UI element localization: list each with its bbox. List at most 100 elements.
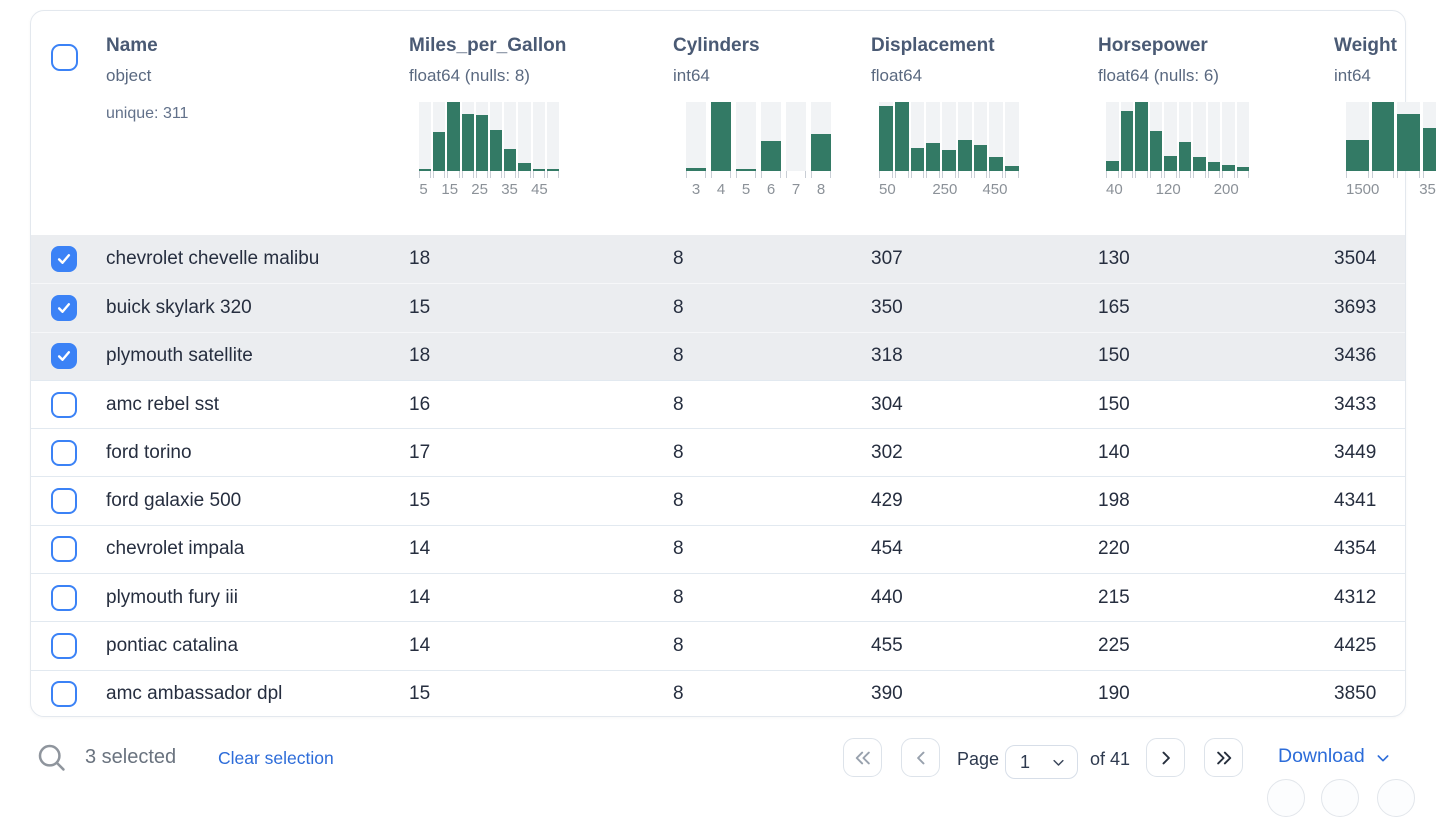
hist-tick: [1179, 171, 1192, 178]
chevron-left-icon: [911, 748, 931, 768]
hist-tick-label: 5: [419, 181, 428, 198]
row-checkbox[interactable]: [51, 343, 77, 369]
row-checkbox[interactable]: [51, 392, 77, 418]
hist-tick: [926, 171, 940, 178]
histogram-horsepower: 40120200: [1106, 102, 1249, 198]
hist-tick-label: 5: [736, 181, 756, 198]
row-checkbox-cell: [31, 585, 106, 611]
row-checkbox[interactable]: [51, 295, 77, 321]
page-count: of 41: [1090, 749, 1130, 770]
hist-bin: [1164, 102, 1177, 171]
hidden-action-button[interactable]: [1377, 779, 1415, 817]
cell-weight: 3504: [1334, 248, 1405, 270]
table-row: chevrolet impala1484542204354: [31, 525, 1405, 573]
row-checkbox-cell: [31, 633, 106, 659]
row-checkbox-cell: [31, 295, 106, 321]
hist-tick: [958, 171, 972, 178]
cell-cyl: 8: [673, 587, 871, 609]
column-title: Displacement: [871, 34, 1098, 58]
hist-tick: [811, 171, 831, 178]
hist-tick-label: 35: [501, 181, 518, 198]
cell-name: pontiac catalina: [106, 635, 409, 657]
cell-hp: 225: [1098, 635, 1334, 657]
column-header-cylinders: Cylinders int64 345678: [673, 11, 871, 235]
next-page-button[interactable]: [1146, 738, 1185, 777]
cell-mpg: 14: [409, 587, 673, 609]
hist-tick-label: 40: [1106, 181, 1123, 198]
page-label: Page: [957, 749, 999, 770]
previous-page-button[interactable]: [901, 738, 940, 777]
download-label: Download: [1278, 745, 1365, 768]
first-page-button[interactable]: [843, 738, 882, 777]
hist-bin: [1005, 102, 1019, 171]
select-all-cell: [31, 11, 106, 235]
hist-tick-label: [1382, 181, 1397, 198]
cell-cyl: 8: [673, 538, 871, 560]
last-page-button[interactable]: [1204, 738, 1243, 777]
table-header: Name object unique: 311 Miles_per_Gallon…: [31, 11, 1405, 235]
table-row: amc rebel sst1683041503433: [31, 380, 1405, 428]
clear-selection-link[interactable]: Clear selection: [218, 748, 334, 769]
select-all-checkbox[interactable]: [51, 44, 78, 71]
histogram-cylinders: 345678: [686, 102, 831, 198]
hist-tick-label: [1183, 181, 1191, 198]
hist-tick-label: [1241, 181, 1249, 198]
column-dtype: int64: [673, 66, 871, 86]
cell-mpg: 18: [409, 345, 673, 367]
hist-tick: [518, 171, 530, 178]
hist-tick: [895, 171, 909, 178]
hist-bin: [1222, 102, 1235, 171]
cell-name: plymouth satellite: [106, 345, 409, 367]
column-header-horsepower: Horsepower float64 (nulls: 6) 40120200: [1098, 11, 1334, 235]
row-checkbox[interactable]: [51, 440, 77, 466]
cell-name: chevrolet impala: [106, 538, 409, 560]
cell-weight: 3436: [1334, 345, 1405, 367]
hist-bin: [786, 102, 806, 171]
hist-bin: [490, 102, 502, 171]
row-checkbox[interactable]: [51, 681, 77, 707]
hist-tick-label: [1135, 181, 1143, 198]
row-checkbox-cell: [31, 488, 106, 514]
row-checkbox[interactable]: [51, 633, 77, 659]
hidden-action-button[interactable]: [1267, 779, 1305, 817]
row-checkbox[interactable]: [51, 488, 77, 514]
hist-tick-label: [971, 181, 981, 198]
hist-tick: [433, 171, 445, 178]
hidden-action-button[interactable]: [1321, 779, 1359, 817]
hist-bin: [736, 102, 756, 171]
hist-bin: [419, 102, 431, 171]
cell-mpg: 17: [409, 442, 673, 464]
row-checkbox[interactable]: [51, 585, 77, 611]
chevron-down-icon: [1051, 755, 1066, 770]
column-unique-count: unique: 311: [106, 105, 409, 123]
hist-tick-label: [1193, 181, 1201, 198]
table-row: plymouth fury iii1484402154312: [31, 573, 1405, 621]
download-link[interactable]: Download: [1278, 745, 1391, 768]
hist-tick: [419, 171, 431, 178]
cell-cyl: 8: [673, 297, 871, 319]
row-checkbox[interactable]: [51, 246, 77, 272]
hist-tick-label: 7: [786, 181, 806, 198]
row-checkbox[interactable]: [51, 536, 77, 562]
hist-tick: [711, 171, 731, 178]
page-select[interactable]: 1: [1005, 745, 1078, 779]
cell-disp: 429: [871, 490, 1098, 512]
hist-tick: [761, 171, 781, 178]
hist-bin: [518, 102, 530, 171]
hist-tick-label: [921, 181, 931, 198]
hist-tick: [533, 171, 545, 178]
hist-bin: [879, 102, 893, 171]
column-title: Weight: [1334, 34, 1436, 58]
table-row: ford torino1783021403449: [31, 428, 1405, 476]
hist-bin: [811, 102, 831, 171]
search-button[interactable]: [36, 742, 68, 774]
hist-tick-label: 200: [1214, 181, 1239, 198]
page-select-value: 1: [1006, 752, 1051, 773]
cell-name: chevrolet chevelle malibu: [106, 248, 409, 270]
column-header-name: Name object unique: 311: [106, 11, 409, 235]
dataframe-widget: Name object unique: 311 Miles_per_Gallon…: [30, 10, 1406, 717]
hist-bin: [447, 102, 459, 171]
cell-disp: 318: [871, 345, 1098, 367]
hist-tick: [490, 171, 502, 178]
cell-cyl: 8: [673, 248, 871, 270]
